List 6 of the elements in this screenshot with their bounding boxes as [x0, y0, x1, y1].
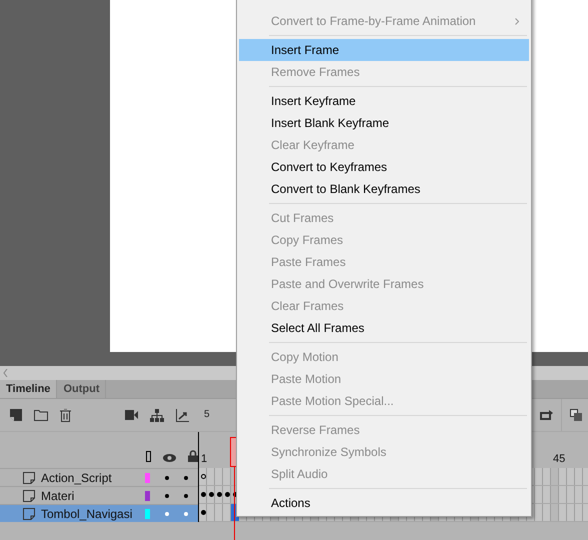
- frame-number: 1: [201, 453, 208, 465]
- layer-name: Materi: [41, 488, 76, 502]
- frame-number: 45: [553, 453, 566, 465]
- layer-name: Tombol_Navigasi: [41, 506, 134, 520]
- current-frame: 5: [204, 409, 210, 420]
- layer-name: Action_Script: [41, 470, 113, 484]
